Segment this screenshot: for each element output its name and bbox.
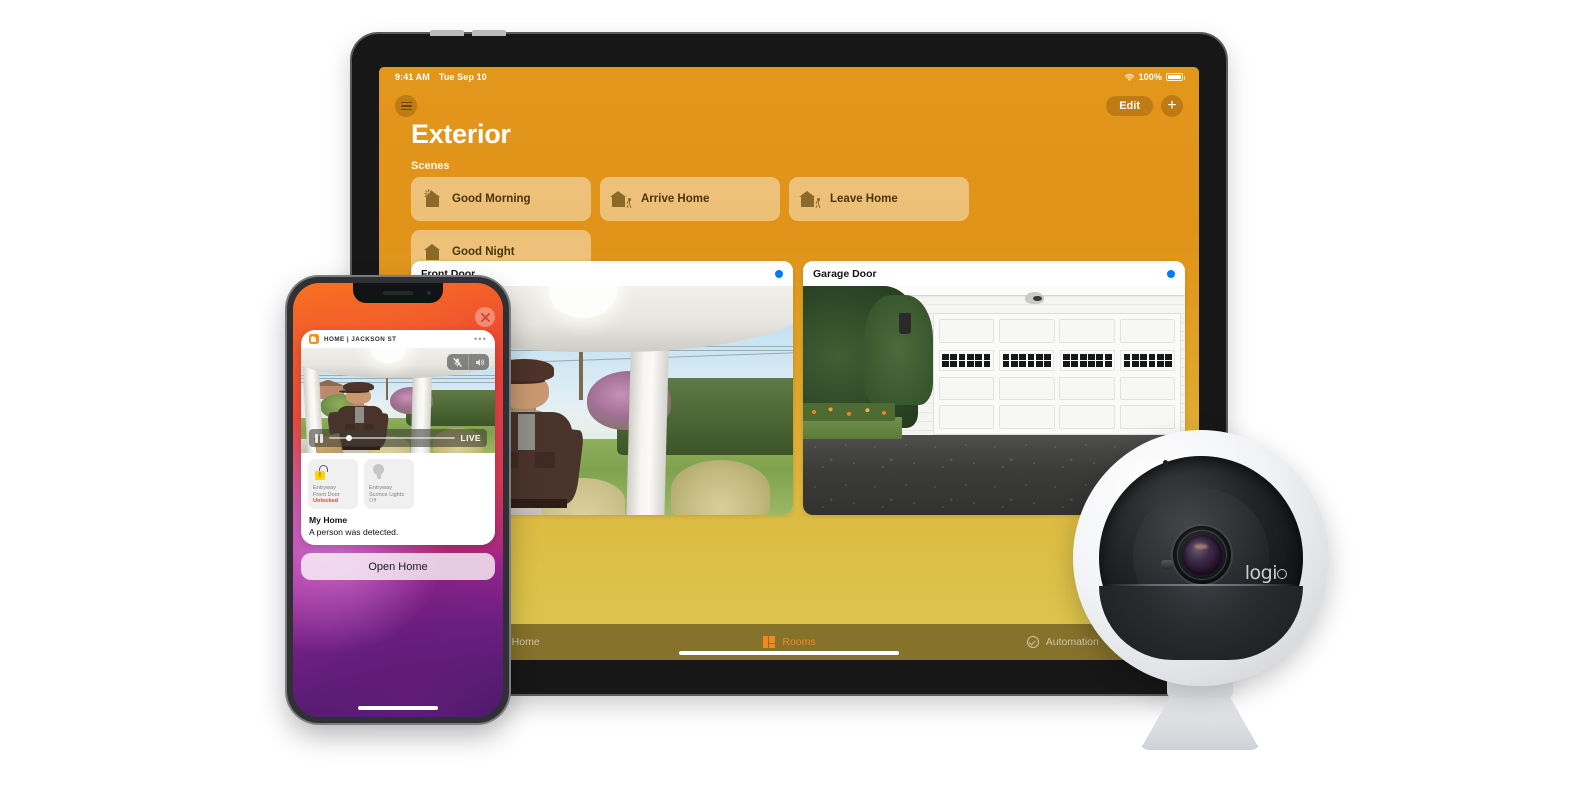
status-date: Tue Sep 10 — [438, 72, 487, 82]
doorbell-video-stream[interactable]: LIVE — [301, 348, 495, 453]
logi-brand-wordmark: logi — [1244, 562, 1288, 584]
lens-glint — [1194, 544, 1208, 549]
sidebar-menu-icon[interactable] — [395, 95, 417, 117]
notification-header: HOME | JACKSON ST ••• — [301, 330, 495, 348]
video-scrubber[interactable]: LIVE — [309, 429, 487, 447]
camera-name: Garage Door — [813, 267, 877, 280]
camera-lower-shell — [1099, 586, 1303, 660]
house-person-arriving-icon — [609, 189, 632, 209]
scene-tile-leave-home[interactable]: Leave Home — [789, 177, 969, 221]
microphone-muted-icon[interactable] — [447, 354, 468, 370]
battery-full-icon — [1166, 73, 1185, 81]
menu-lines — [400, 101, 412, 111]
screenshot-stage: 9:41 AM Tue Sep 10 100% Edit + Exterior … — [0, 0, 1586, 793]
battery-percent: 100% — [1138, 72, 1162, 82]
notification-message: A person was detected. — [309, 527, 399, 537]
accessory-room: Entryway — [369, 485, 393, 492]
accessory-name: Sconce Lights — [369, 491, 405, 498]
moon-house-icon — [423, 242, 443, 262]
home-indicator — [679, 651, 899, 655]
scrubber-track[interactable] — [329, 435, 455, 441]
accessory-state: Off — [369, 498, 377, 505]
automation-clock-icon — [1026, 635, 1040, 649]
page-title: Exterior — [411, 119, 511, 149]
scene-label: Good Morning — [452, 193, 531, 205]
iphone-screen: HOME | JACKSON ST ••• LIVE ! Entryway Fr… — [293, 283, 503, 717]
notification-source: HOME | JACKSON ST — [324, 335, 397, 343]
home-indicator — [358, 706, 438, 710]
logi-circle-view-camera: logi — [1055, 430, 1345, 750]
scrubber-handle[interactable] — [346, 435, 353, 441]
video-audio-controls — [447, 354, 489, 370]
camera-lens-glass — [1182, 535, 1222, 575]
accessory-tile-sconce-lights[interactable]: Entryway Sconce Lights Off — [364, 459, 414, 509]
notification-title: My Home — [309, 515, 348, 525]
pause-icon[interactable] — [309, 433, 329, 443]
accessory-tiles: Entryway Front Door Unlocked Entryway Sc… — [301, 453, 495, 512]
sunrise-house-icon — [423, 189, 443, 209]
camera-microphone-hole — [1163, 460, 1168, 465]
blue-status-dot — [1167, 269, 1175, 278]
home-app-icon — [309, 334, 319, 344]
volume-up-button[interactable] — [430, 30, 464, 36]
scene-label: Good Night — [452, 246, 515, 258]
close-x-icon[interactable] — [475, 307, 495, 327]
scenes-section-label: Scenes — [411, 160, 450, 172]
scenes-grid: Good Morning Arrive Home Leave Home Good… — [411, 177, 1011, 274]
notification-body: My Home A person was detected. — [301, 512, 495, 545]
camera-body: logi — [1099, 456, 1303, 660]
wifi-icon — [1124, 73, 1134, 81]
status-bar: 9:41 AM Tue Sep 10 100% — [379, 67, 1199, 87]
live-badge: LIVE — [460, 433, 481, 443]
camera-header: Garage Door — [803, 261, 1185, 286]
accessory-room: Entryway — [313, 485, 337, 492]
status-time: 9:41 AM — [395, 72, 430, 82]
scene-label: Arrive Home — [641, 193, 710, 205]
scene-tile-good-morning[interactable]: Good Morning — [411, 177, 591, 221]
iphone-device: HOME | JACKSON ST ••• LIVE ! Entryway Fr… — [287, 277, 509, 723]
camera-lens-barrel — [1173, 526, 1231, 584]
scene-label: Leave Home — [830, 193, 898, 205]
accessory-state: Unlocked — [313, 498, 339, 505]
edit-button[interactable]: Edit — [1106, 96, 1153, 116]
front-camera — [427, 291, 431, 295]
plus-icon[interactable]: + — [1161, 95, 1183, 117]
camera-outer-ring: logi — [1073, 430, 1329, 686]
nav-actions: Edit + — [1106, 95, 1183, 117]
tab-label: Home — [511, 636, 540, 648]
open-home-label: Open Home — [368, 560, 428, 573]
rooms-grid-icon — [762, 635, 776, 649]
volume-down-button[interactable] — [472, 30, 506, 36]
blue-status-dot — [775, 269, 783, 278]
speaker-on-icon[interactable] — [468, 354, 489, 370]
notch — [353, 283, 443, 303]
scene-tile-arrive-home[interactable]: Arrive Home — [600, 177, 780, 221]
earpiece-speaker — [383, 290, 413, 295]
open-home-button[interactable]: Open Home — [301, 553, 495, 580]
house-person-leaving-icon — [798, 189, 821, 209]
camera-ir-sensor — [1161, 560, 1173, 569]
accessory-name: Front Door — [313, 491, 340, 498]
tab-label: Rooms — [782, 636, 816, 648]
home-notification-card[interactable]: HOME | JACKSON ST ••• LIVE ! Entryway Fr… — [301, 330, 495, 545]
accessory-tile-front-door[interactable]: Entryway Front Door Unlocked — [308, 459, 358, 509]
